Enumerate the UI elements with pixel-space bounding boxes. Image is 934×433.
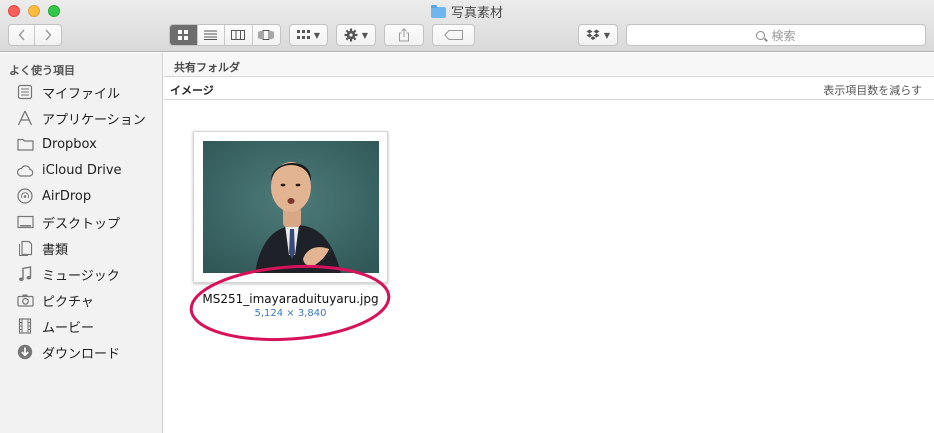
sidebar-item-label: ピクチャ [42,294,94,310]
applications-icon [16,110,34,126]
search-input[interactable]: 検索 [626,24,926,46]
list-lines-icon [204,30,218,40]
camera-icon [16,292,34,308]
portrait-photo-image [203,141,379,273]
folder-icon [16,136,34,152]
sidebar-item-movies[interactable]: ムービー [16,314,94,338]
action-button[interactable]: ▼ [336,24,376,46]
sidebar-item-dropbox[interactable]: Dropbox [16,132,97,156]
sidebar-item-airdrop[interactable]: AirDrop [16,184,91,208]
column-view-button[interactable] [225,25,253,45]
show-fewer-link[interactable]: 表示項目数を減らす [823,82,922,98]
chevron-down-icon: ▼ [361,30,369,40]
tag-button[interactable] [432,24,475,46]
share-button[interactable] [384,24,424,46]
sidebar-item-label: AirDrop [42,188,92,204]
window-title: 写真素材 [0,2,934,21]
search-icon [756,30,766,40]
file-thumbnail[interactable] [193,131,388,283]
share-icon [399,28,409,42]
sidebar-item-label: ムービー [42,320,95,336]
dropbox-button[interactable]: ▼ [578,24,618,46]
file-dimensions: 5,124 × 3,840 [254,308,327,319]
window-title-text: 写真素材 [450,6,503,21]
dropbox-icon [586,29,600,40]
sidebar-item-label: マイファイル [42,86,121,102]
list-view-button[interactable] [198,25,225,45]
photo-preview [203,141,379,273]
all-files-icon [16,84,34,100]
back-button[interactable] [9,25,35,45]
sidebar-item-label: アプリケーション [42,112,146,128]
file-name[interactable]: MS251_imayaraduituyaru.jpg [188,292,393,306]
chevron-right-icon [45,29,52,41]
folder-icon [430,5,446,18]
download-icon [16,344,34,360]
window-toolbar: 写真素材 ▼ ▼ ▼ 検索 [0,0,934,52]
sidebar-item-music[interactable]: ミュージック [16,262,120,286]
tag-icon [443,30,463,40]
sidebar-item-label: ミュージック [42,268,120,284]
back-forward-control [8,24,62,46]
sidebar-item-label: ダウンロード [42,346,121,362]
sidebar: よく使う項目 マイファイル アプリケーション Dropbox iCloud Dr… [0,53,163,433]
cloud-icon [16,162,34,178]
cover-flow-view-button[interactable] [253,25,280,45]
icon-view-button[interactable] [170,25,198,45]
sidebar-item-label: 書類 [42,242,69,258]
current-folder-label: 共有フォルダ [174,61,240,74]
music-note-icon [16,266,34,282]
view-mode-control [169,24,281,46]
sidebar-item-downloads[interactable]: ダウンロード [16,340,120,364]
cover-flow-icon [258,30,274,40]
path-bar: 共有フォルダ [164,53,934,77]
group-header: イメージ 表示項目数を減らす [164,77,934,100]
sidebar-heading-favorites: よく使う項目 [9,64,75,77]
arrange-button[interactable]: ▼ [289,24,328,46]
sidebar-item-label: Dropbox [42,136,97,152]
sidebar-item-applications[interactable]: アプリケーション [16,106,146,130]
sidebar-item-all-my-files[interactable]: マイファイル [16,80,120,104]
icon-grid-icon [178,30,189,40]
search-placeholder: 検索 [771,28,796,43]
gear-icon [344,28,358,42]
documents-icon [16,240,34,256]
sidebar-item-label: iCloud Drive [42,162,122,178]
sidebar-item-label: デスクトップ [42,216,121,232]
arrange-grid-icon [296,30,310,39]
chevron-left-icon [18,29,25,41]
desktop-icon [16,214,34,230]
chevron-down-icon: ▼ [603,30,611,40]
sidebar-item-pictures[interactable]: ピクチャ [16,288,94,312]
group-title: イメージ [170,84,214,97]
sidebar-item-documents[interactable]: 書類 [16,236,68,260]
columns-icon [231,30,246,40]
film-icon [16,318,34,334]
forward-button[interactable] [35,25,61,45]
sidebar-item-icloud-drive[interactable]: iCloud Drive [16,158,122,182]
sidebar-item-desktop[interactable]: デスクトップ [16,210,120,234]
airdrop-icon [16,188,34,204]
chevron-down-icon: ▼ [313,30,321,40]
